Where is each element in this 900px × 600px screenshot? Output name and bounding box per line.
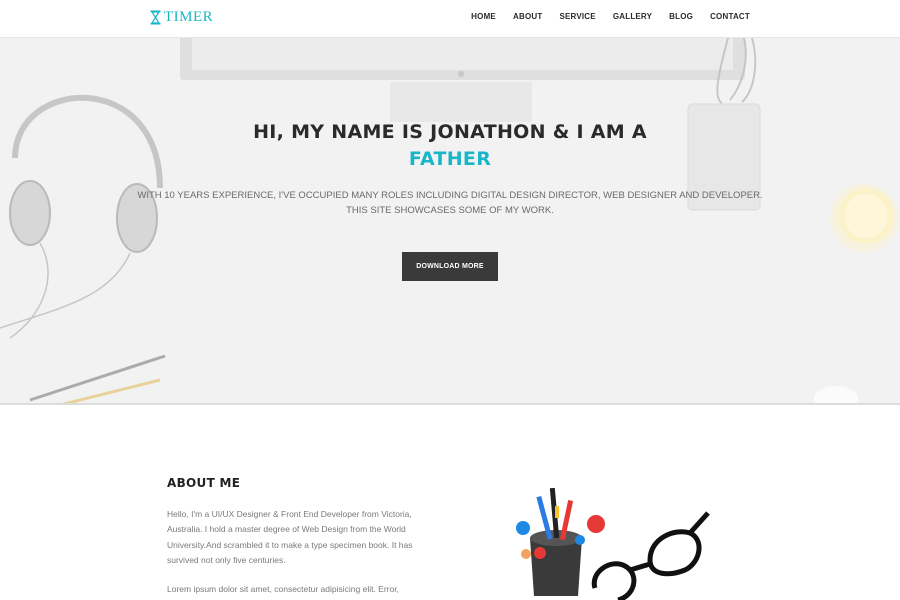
nav-contact[interactable]: CONTACT <box>710 12 750 21</box>
monitor-image <box>180 38 745 122</box>
eyeglasses-image <box>591 511 710 600</box>
top-navbar: TIMER HOME ABOUT SERVICE GALLERY BLOG CO… <box>0 0 900 38</box>
about-paragraph-2: Lorem ipsum dolor sit amet, consectetur … <box>167 584 399 594</box>
logo-text: TIMER <box>164 9 214 25</box>
pencils-image <box>29 354 166 405</box>
hero-description-line2: THIS SITE SHOWCASES SOME OF MY WORK. <box>346 205 554 216</box>
nav-home[interactable]: HOME <box>471 12 496 21</box>
nav-service[interactable]: SERVICE <box>559 12 595 21</box>
main-nav: HOME ABOUT SERVICE GALLERY BLOG CONTACT <box>471 12 750 21</box>
nav-blog[interactable]: BLOG <box>669 12 693 21</box>
download-more-button[interactable]: DOWNLOAD MORE <box>402 252 498 281</box>
hero-title: HI, MY NAME IS JONATHON & I AM A <box>253 121 647 143</box>
logo[interactable]: TIMER <box>150 9 213 25</box>
hourglass-icon <box>150 10 161 25</box>
nav-about[interactable]: ABOUT <box>513 12 542 21</box>
nav-gallery[interactable]: GALLERY <box>613 12 652 21</box>
hero-section: HI, MY NAME IS JONATHON & I AM A FATHER … <box>0 38 900 405</box>
hero-role: FATHER <box>408 148 492 170</box>
hero-divider <box>0 403 900 405</box>
about-paragraph-1: Hello, I'm a UI/UX Designer & Front End … <box>167 509 413 565</box>
hero-description: WITH 10 YEARS EXPERIENCE, I'VE OCCUPIED … <box>0 188 900 218</box>
pen-holder-image <box>516 487 605 596</box>
desk-items-photo <box>516 487 710 600</box>
hero-background-image <box>0 38 898 405</box>
about-title: ABOUT ME <box>167 476 241 490</box>
hero-description-line1: WITH 10 YEARS EXPERIENCE, I'VE OCCUPIED … <box>137 190 763 201</box>
